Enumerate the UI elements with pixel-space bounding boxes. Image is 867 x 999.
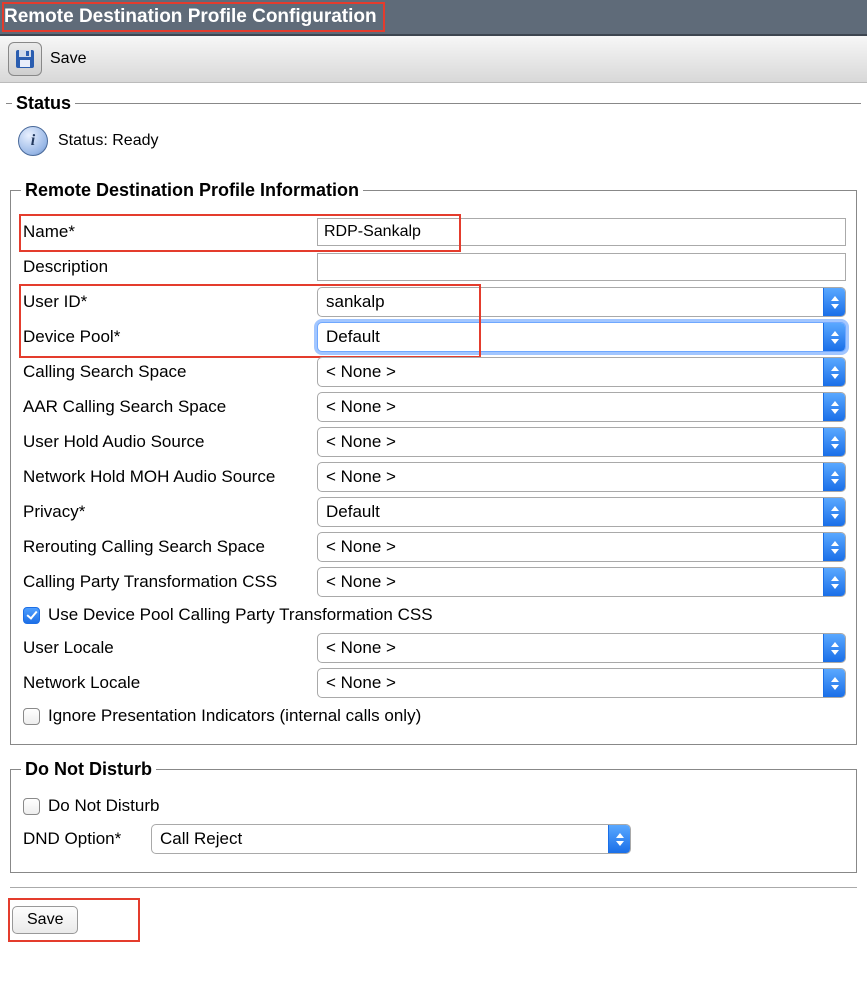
css-value: < None > [318,362,823,382]
user-hold-select[interactable]: < None > [317,427,846,457]
cpt-css-select[interactable]: < None > [317,567,846,597]
device-pool-label: Device Pool* [21,327,317,347]
ignore-pi-checkbox[interactable] [23,708,40,725]
select-arrows-icon [823,463,845,491]
aar-css-select[interactable]: < None > [317,392,846,422]
select-arrows-icon [823,323,845,351]
use-device-pool-cpt-label: Use Device Pool Calling Party Transforma… [48,605,433,625]
page-header: Remote Destination Profile Configuration [0,0,867,36]
save-icon-button[interactable] [8,42,42,76]
info-icon: i [18,126,48,156]
page-title: Remote Destination Profile Configuration [4,6,377,27]
status-fieldset: Status i Status: Ready [6,93,861,172]
rerouting-css-label: Rerouting Calling Search Space [21,537,317,557]
select-arrows-icon [823,634,845,662]
aar-css-value: < None > [318,397,823,417]
user-id-label: User ID* [21,292,317,312]
device-pool-select[interactable]: Default [317,322,846,352]
name-label: Name* [21,222,317,242]
privacy-value: Default [318,502,823,522]
network-locale-value: < None > [318,673,823,693]
dnd-checkbox[interactable] [23,798,40,815]
user-locale-label: User Locale [21,638,317,658]
dnd-option-select[interactable]: Call Reject [151,824,631,854]
footer-bar: Save [10,887,857,958]
dnd-fieldset: Do Not Disturb Do Not Disturb DND Option… [10,759,857,873]
user-hold-value: < None > [318,432,823,452]
floppy-disk-icon [13,47,37,71]
select-arrows-icon [823,533,845,561]
dnd-option-value: Call Reject [152,829,608,849]
user-id-value: sankalp [318,292,823,312]
select-arrows-icon [823,568,845,596]
select-arrows-icon [823,428,845,456]
rdp-info-legend: Remote Destination Profile Information [21,180,363,201]
cpt-css-value: < None > [318,572,823,592]
network-hold-value: < None > [318,467,823,487]
rerouting-css-value: < None > [318,537,823,557]
description-label: Description [21,257,317,277]
aar-css-label: AAR Calling Search Space [21,397,317,417]
cpt-css-label: Calling Party Transformation CSS [21,572,317,592]
ignore-pi-label: Ignore Presentation Indicators (internal… [48,706,421,726]
select-arrows-icon [823,669,845,697]
device-pool-value: Default [318,327,823,347]
select-arrows-icon [823,288,845,316]
toolbar-save-label: Save [50,50,86,68]
name-input[interactable] [317,218,846,246]
user-id-select[interactable]: sankalp [317,287,846,317]
use-device-pool-cpt-checkbox[interactable] [23,607,40,624]
css-label: Calling Search Space [21,362,317,382]
status-text: Status: Ready [58,132,159,150]
network-hold-select[interactable]: < None > [317,462,846,492]
user-locale-value: < None > [318,638,823,658]
select-arrows-icon [823,393,845,421]
network-locale-select[interactable]: < None > [317,668,846,698]
dnd-legend: Do Not Disturb [21,759,156,780]
network-hold-label: Network Hold MOH Audio Source [21,467,317,487]
select-arrows-icon [608,825,630,853]
rerouting-css-select[interactable]: < None > [317,532,846,562]
network-locale-label: Network Locale [21,673,317,693]
toolbar: Save [0,36,867,83]
dnd-option-label: DND Option* [21,829,151,849]
user-hold-label: User Hold Audio Source [21,432,317,452]
save-button[interactable]: Save [12,906,78,934]
css-select[interactable]: < None > [317,357,846,387]
privacy-label: Privacy* [21,502,317,522]
privacy-select[interactable]: Default [317,497,846,527]
description-input[interactable] [317,253,846,281]
rdp-info-fieldset: Remote Destination Profile Information N… [10,180,857,745]
user-locale-select[interactable]: < None > [317,633,846,663]
select-arrows-icon [823,498,845,526]
select-arrows-icon [823,358,845,386]
status-legend: Status [12,93,75,114]
dnd-checkbox-label: Do Not Disturb [48,796,159,816]
